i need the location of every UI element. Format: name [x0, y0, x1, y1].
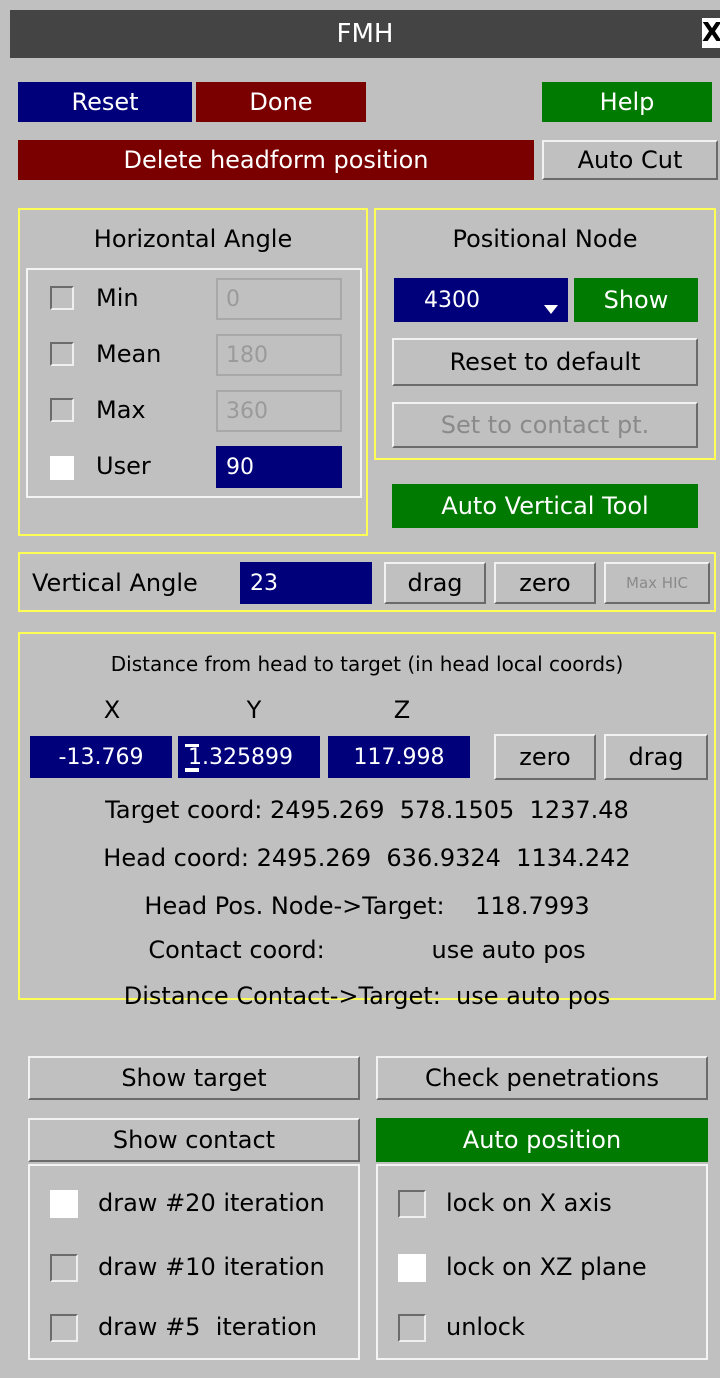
contact-coord-text: Contact coord: use auto pos [148, 936, 586, 964]
target-coord-text: Target coord: 2495.269 578.1505 1237.48 [105, 796, 629, 824]
vertical-drag-button[interactable]: drag [384, 562, 486, 604]
done-button[interactable]: Done [196, 82, 366, 122]
head-coord-text: Head coord: 2495.269 636.9324 1134.242 [103, 844, 631, 872]
delete-headform-button[interactable]: Delete headform position [18, 140, 534, 180]
axis-z-label: Z [393, 696, 411, 724]
horizontal-angle-title: Horizontal Angle [93, 225, 293, 253]
draw-5-label: draw #5 iteration [98, 1313, 318, 1341]
mean-checkbox[interactable] [50, 342, 74, 366]
user-angle-field[interactable]: 90 [216, 446, 342, 488]
max-hic-button[interactable]: Max HIC [604, 562, 710, 604]
draw-10-label: draw #10 iteration [98, 1253, 325, 1281]
node-dropdown[interactable]: 4300 [394, 278, 568, 322]
title-bar: FMH X [10, 10, 720, 58]
help-button[interactable]: Help [542, 82, 712, 122]
draw-5-checkbox[interactable] [50, 1314, 78, 1342]
distance-y-field[interactable]: 1.325899 [178, 736, 320, 778]
max-field[interactable]: 360 [216, 390, 342, 432]
lock-xz-plane-label: lock on XZ plane [446, 1253, 647, 1281]
distance-zero-button[interactable]: zero [494, 734, 596, 780]
mean-label: Mean [96, 340, 162, 368]
distance-title: Distance from head to target (in head lo… [110, 652, 624, 676]
distance-contact-target-text: Distance Contact->Target: use auto pos [123, 982, 611, 1010]
min-label: Min [96, 284, 139, 312]
min-checkbox[interactable] [50, 286, 74, 310]
window-title: FMH [336, 19, 394, 49]
max-label: Max [96, 396, 146, 424]
distance-y-value: 1.325899 [188, 744, 293, 770]
distance-z-field[interactable]: 117.998 [328, 736, 470, 778]
mean-field[interactable]: 180 [216, 334, 342, 376]
unlock-checkbox[interactable] [398, 1314, 426, 1342]
axis-x-label: X [103, 696, 121, 724]
dropdown-arrow-icon [544, 305, 558, 314]
text-cursor-top [185, 744, 199, 747]
auto-vertical-tool-button[interactable]: Auto Vertical Tool [392, 484, 698, 528]
show-contact-button[interactable]: Show contact [28, 1118, 360, 1162]
lock-x-axis-checkbox[interactable] [398, 1190, 426, 1218]
show-target-button[interactable]: Show target [28, 1056, 360, 1100]
node-value: 4300 [424, 287, 480, 313]
head-pos-node-target-text: Head Pos. Node->Target: 118.7993 [144, 892, 590, 920]
auto-position-button[interactable]: Auto position [376, 1118, 708, 1162]
vertical-zero-button[interactable]: zero [494, 562, 596, 604]
unlock-label: unlock [446, 1313, 525, 1341]
vertical-angle-field[interactable]: 23 [240, 562, 372, 604]
distance-drag-button[interactable]: drag [604, 734, 708, 780]
check-penetrations-button[interactable]: Check penetrations [376, 1056, 708, 1100]
user-checkbox[interactable] [50, 456, 74, 480]
reset-button[interactable]: Reset [18, 82, 192, 122]
lock-x-axis-label: lock on X axis [446, 1189, 612, 1217]
vertical-angle-label: Vertical Angle [32, 569, 198, 597]
lock-xz-plane-checkbox[interactable] [398, 1254, 426, 1282]
draw-10-checkbox[interactable] [50, 1254, 78, 1282]
set-to-contact-button[interactable]: Set to contact pt. [392, 402, 698, 448]
draw-20-checkbox[interactable] [50, 1190, 78, 1218]
axis-y-label: Y [246, 696, 262, 724]
close-icon[interactable]: X [702, 18, 720, 48]
user-label: User [96, 452, 151, 480]
draw-20-label: draw #20 iteration [98, 1189, 325, 1217]
reset-to-default-button[interactable]: Reset to default [392, 338, 698, 386]
min-field[interactable]: 0 [216, 278, 342, 320]
max-checkbox[interactable] [50, 398, 74, 422]
text-cursor-bottom [185, 768, 199, 772]
auto-cut-button[interactable]: Auto Cut [542, 140, 718, 180]
positional-node-title: Positional Node [452, 225, 638, 253]
distance-x-field[interactable]: -13.769 [30, 736, 172, 778]
show-node-button[interactable]: Show [574, 278, 698, 322]
